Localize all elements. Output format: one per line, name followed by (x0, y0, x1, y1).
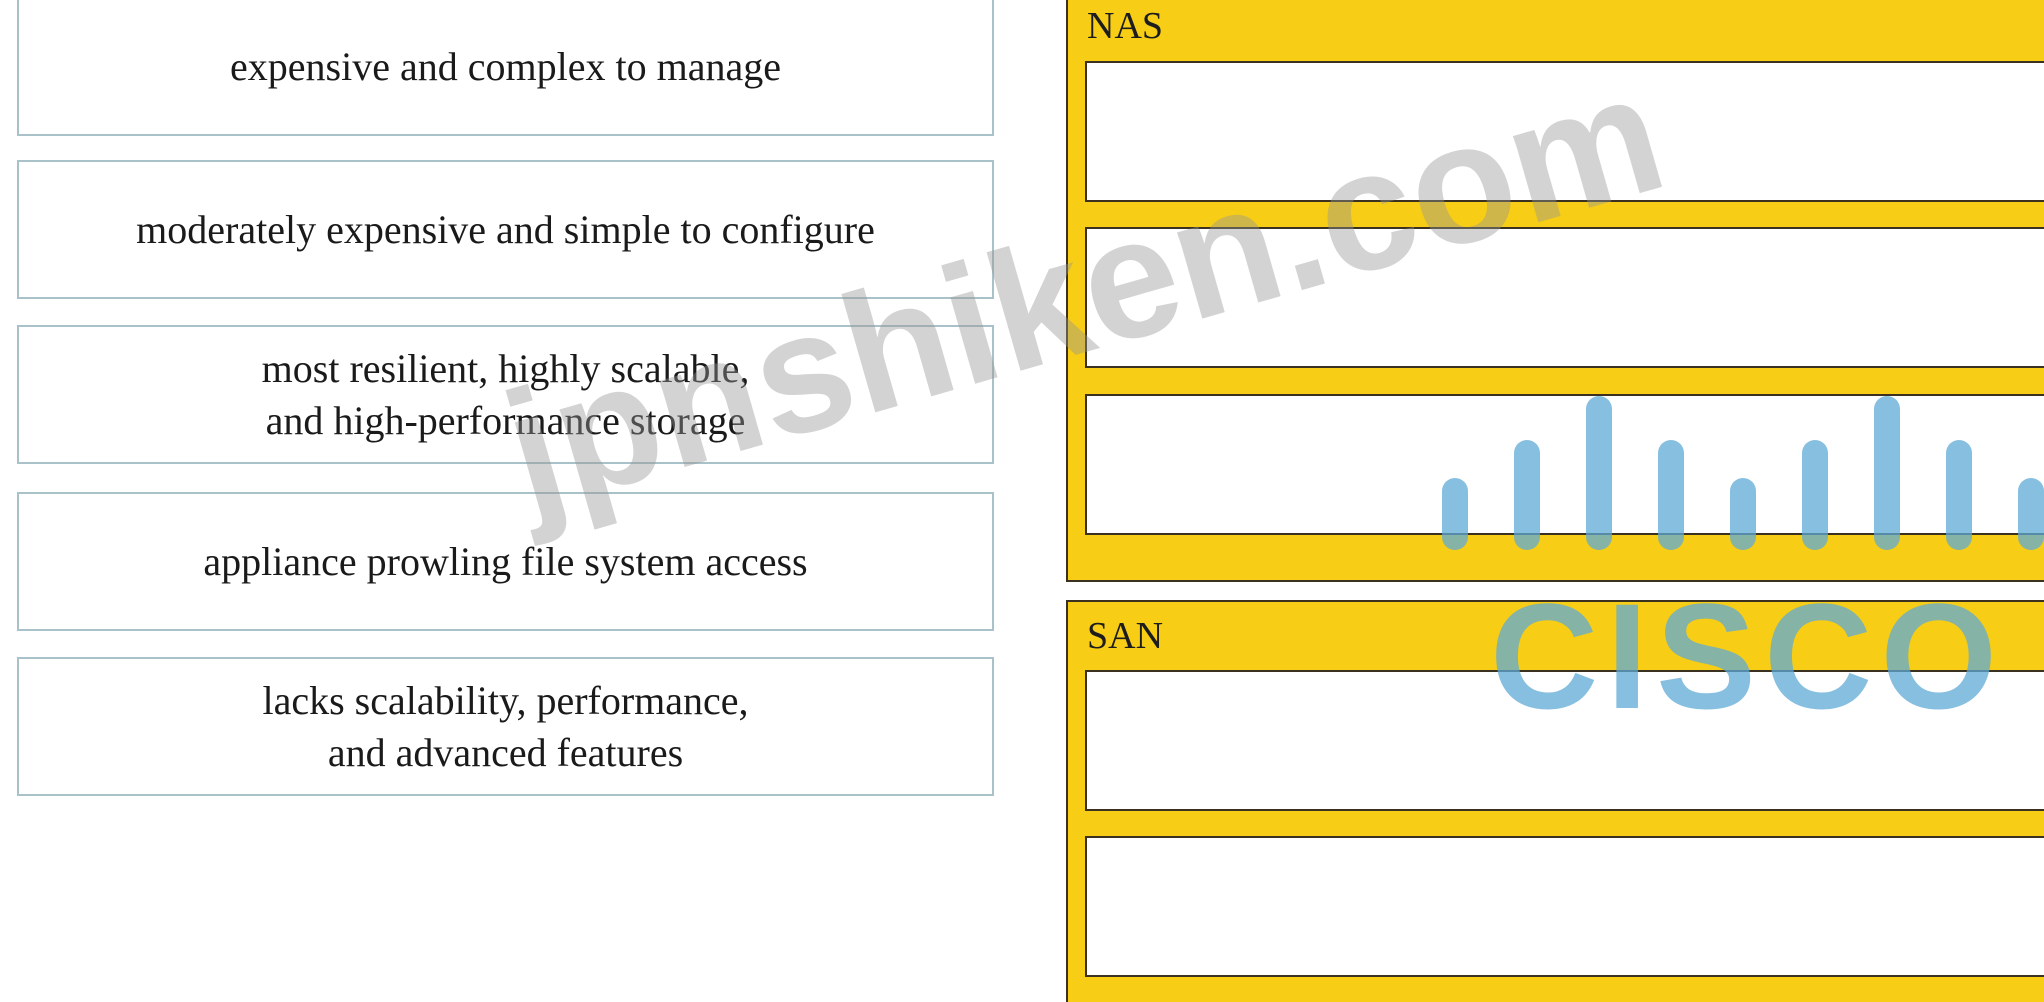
category-label: SAN (1087, 615, 1164, 657)
category-nas: NAS (1066, 0, 2044, 582)
answer-option[interactable]: expensive and complex to manage (17, 0, 994, 136)
answer-option-text: most resilient, highly scalable, (261, 345, 750, 391)
answer-option-text: lacks scalability, performance, (262, 677, 749, 723)
answer-option[interactable]: moderately expensive and simple to confi… (17, 160, 994, 299)
answer-option[interactable]: most resilient, highly scalable, and hig… (17, 325, 994, 464)
drop-slot[interactable] (1085, 836, 2044, 977)
answer-option[interactable]: lacks scalability, performance, and adva… (17, 657, 994, 796)
answer-option-text: and high-performance storage (265, 397, 746, 443)
drag-drop-question: expensive and complex to manage moderate… (0, 0, 2044, 1002)
category-san: SAN (1066, 600, 2044, 1002)
answer-option[interactable]: appliance prowling file system access (17, 492, 994, 631)
drop-slot[interactable] (1085, 61, 2044, 202)
drop-slot[interactable] (1085, 670, 2044, 811)
answer-option-text: appliance prowling file system access (203, 538, 808, 584)
answer-option-text: and advanced features (327, 729, 684, 775)
category-label: NAS (1087, 5, 1164, 47)
drop-slot[interactable] (1085, 394, 2044, 535)
answer-option-text: moderately expensive and simple to confi… (136, 206, 875, 252)
answer-option-text: expensive and complex to manage (230, 43, 781, 89)
drop-slot[interactable] (1085, 227, 2044, 368)
